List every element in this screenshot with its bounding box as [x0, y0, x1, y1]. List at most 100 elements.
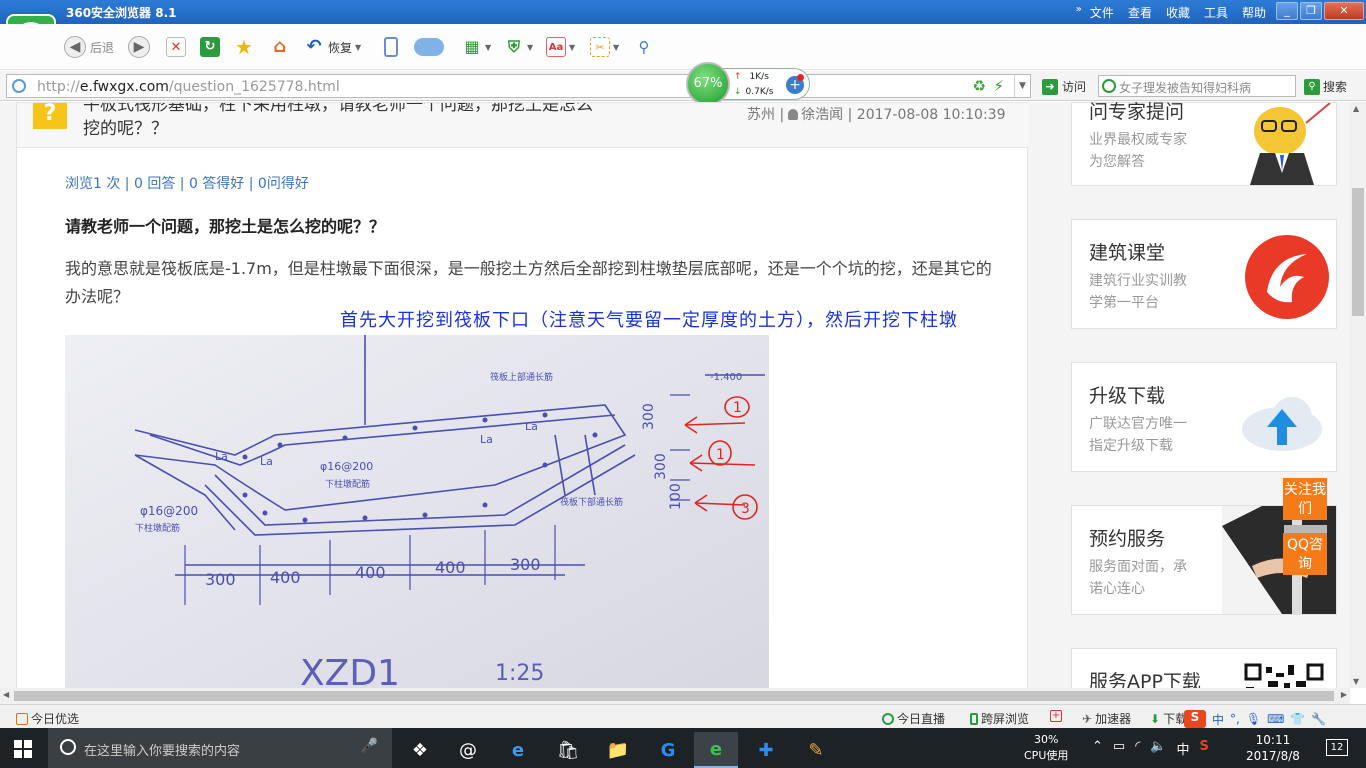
favorite-button[interactable]: ★ [234, 35, 254, 59]
sidebar-ask-expert[interactable]: 问专家提问 业界最权威专家 为您解答 [1071, 102, 1337, 186]
menu-file[interactable]: 文件 [1090, 4, 1114, 21]
remote-app-icon[interactable]: ✚ [744, 732, 788, 768]
taskbar-app-spiral-icon[interactable]: @ [446, 732, 490, 768]
windows-start-icon[interactable] [14, 740, 32, 758]
cloud-button[interactable] [414, 35, 444, 59]
user-icon [788, 109, 799, 120]
scroll-thumb[interactable] [14, 691, 1334, 701]
question-icon: ? [33, 103, 67, 129]
taskbar-search-placeholder: 在这里输入你要搜索的内容 [84, 744, 241, 759]
rebar-sub-label: 下柱墩配筋 [325, 478, 370, 490]
taskbar-search-input[interactable]: 在这里输入你要搜索的内容 🎤 [48, 728, 392, 768]
horizontal-scrollbar[interactable]: ◀ ▶ [0, 688, 1350, 704]
back-arrow-icon: ◀ [64, 36, 86, 58]
question-header: ? 平板式筏形基础，柱下采用柱墩，请教老师一个问题，那挖土是怎么 挖的呢？？ 苏… [17, 103, 1029, 148]
battery-icon[interactable]: ▭ [1113, 739, 1125, 758]
vdim-label: 300 [653, 453, 669, 480]
follow-us-button[interactable]: 关注我们 [1283, 478, 1327, 520]
forward-button[interactable]: ▶ [128, 35, 150, 59]
sidebar-app-download[interactable]: 服务APP下载 [1071, 648, 1337, 688]
mark-label: 3 [741, 501, 750, 517]
plugin-icon-button[interactable]: + [1050, 710, 1062, 722]
home-button[interactable]: ⌂ [270, 35, 290, 59]
refresh-icon: ↻ [200, 37, 220, 57]
live-button[interactable]: 今日直播 [882, 710, 945, 727]
ime-indicator[interactable]: 中 [1176, 739, 1189, 758]
system-clock[interactable]: 10:11 2017/8/8 [1246, 732, 1300, 764]
elevation-label: -1.400 [710, 372, 742, 383]
stop-button[interactable]: ✕ [166, 35, 186, 59]
post-datetime: 2017-08-08 10:10:39 [856, 107, 1006, 123]
scroll-down-icon: ▼ [1353, 677, 1360, 686]
accelerator-button[interactable]: ✈ 加速器 [1082, 710, 1131, 727]
search-engine-icon [1102, 79, 1116, 93]
url-dropdown-icon[interactable]: ▼ [1014, 75, 1030, 97]
notes-app-icon[interactable]: ✎ [794, 732, 838, 768]
menu-favorites[interactable]: 收藏 [1166, 4, 1190, 21]
refresh-button[interactable]: ↻ [200, 35, 220, 59]
notification-center-icon[interactable]: 12 [1326, 739, 1348, 756]
search-button[interactable]: ⚲ 搜索 [1304, 78, 1347, 95]
phone-icon [970, 712, 978, 725]
minimize-button[interactable]: _ [1276, 2, 1298, 20]
file-explorer-icon[interactable]: 📁 [596, 732, 640, 768]
close-button[interactable]: ✕ [1324, 2, 1364, 20]
back-button[interactable]: ◀ 后退 [64, 35, 114, 59]
volume-icon[interactable]: 🔈 [1150, 739, 1166, 758]
translate-button[interactable]: Aa ▼ [546, 35, 575, 59]
restore-button[interactable]: ↶ 恢复 ▼ [304, 35, 361, 59]
vertical-scrollbar[interactable]: ▲ ▼ [1350, 102, 1366, 688]
edge-browser-icon[interactable]: e [496, 732, 540, 768]
cross-screen-button[interactable]: 跨屏浏览 [970, 710, 1029, 727]
tray-expand-icon[interactable]: ⌃ [1092, 739, 1103, 758]
search-button-label: 搜索 [1323, 80, 1348, 94]
mobile-button[interactable] [384, 35, 398, 59]
sidebar-desc: 广联达官方唯一 指定升级下载 [1089, 416, 1187, 454]
url-text[interactable]: http://e.fwxgx.com/question_1625778.html [37, 79, 340, 95]
360-browser-taskbar-icon[interactable]: e [694, 732, 738, 768]
screenshot-button[interactable]: ✂ ▼ [590, 35, 619, 59]
notification-dot [797, 74, 804, 81]
sidebar-classroom[interactable]: 建筑课堂 建筑行业实训教 学第一平台 [1071, 219, 1337, 329]
go-button[interactable]: ➜ 访问 [1042, 78, 1086, 95]
store-icon[interactable]: 🛍 [546, 732, 590, 768]
download-button[interactable]: ⬇ 下载 [1150, 710, 1187, 727]
scroll-thumb[interactable] [1352, 188, 1364, 316]
ime-mode: 中 [1212, 712, 1225, 727]
chevron-down-icon: ▼ [355, 42, 362, 52]
location: 苏州 [747, 107, 775, 123]
maximize-button[interactable]: ❐ [1300, 2, 1322, 20]
wifi-icon[interactable]: ◜ [1135, 739, 1140, 758]
security-button[interactable]: ⛨ ▼ [504, 35, 533, 59]
apps-button[interactable]: ▦ ▼ [462, 35, 491, 59]
menu-help[interactable]: 帮助 [1242, 4, 1266, 21]
question-title: 平板式筏形基础，柱下采用柱墩，请教老师一个问题，那挖土是怎么 挖的呢？？ [83, 103, 593, 139]
microphone-icon: 🎤 [360, 738, 378, 754]
drawing-svg: 300 400 400 400 300 300 300 100 -1.400 筏… [65, 335, 769, 688]
ime-toolbar[interactable]: S 中 °, 🎙 ⌨ 👕 🔧 [1184, 710, 1326, 728]
qq-consult-button[interactable]: QQ咨询 [1283, 533, 1327, 575]
sidebar-download[interactable]: 升级下载 广联达官方唯一 指定升级下载 [1071, 362, 1337, 472]
classroom-logo-icon [1245, 235, 1329, 319]
recycle-icon[interactable]: ♻ [973, 77, 986, 95]
menu-tools[interactable]: 工具 [1204, 4, 1228, 21]
restore-label: 恢复 [328, 40, 353, 55]
mic-icon: 🎙 [1245, 712, 1262, 726]
question-subtitle: 请教老师一个问题，那挖土是怎么挖的呢？？ [65, 217, 386, 236]
text-icon: Aa [546, 37, 566, 57]
today-picks-button[interactable]: 今日优选 [16, 710, 79, 727]
menu-view[interactable]: 查看 [1128, 4, 1152, 21]
address-bar[interactable]: http://e.fwxgx.com/question_1625778.html… [6, 74, 1031, 98]
scissors-icon: ✂ [590, 37, 610, 57]
question-stats[interactable]: 浏览1 次 | 0 回答 | 0 答得好 | 0问得好 [65, 173, 309, 193]
task-view-icon[interactable]: ❖ [398, 732, 442, 768]
search-input[interactable]: 女子理发被告知得妇科病 [1098, 75, 1296, 97]
sidebar-title: 服务APP下载 [1089, 671, 1201, 688]
username[interactable]: 徐浩闻 [801, 107, 843, 123]
menu-overflow-icon[interactable]: » [1076, 4, 1082, 21]
zoom-button[interactable]: ⚲ [634, 35, 654, 59]
sidebar-title: 预约服务 [1089, 528, 1166, 550]
sogou-tray-icon[interactable]: S [1199, 739, 1208, 758]
glodon-app-icon[interactable]: G [646, 732, 690, 768]
lightning-icon[interactable]: ⚡ [993, 77, 1004, 95]
